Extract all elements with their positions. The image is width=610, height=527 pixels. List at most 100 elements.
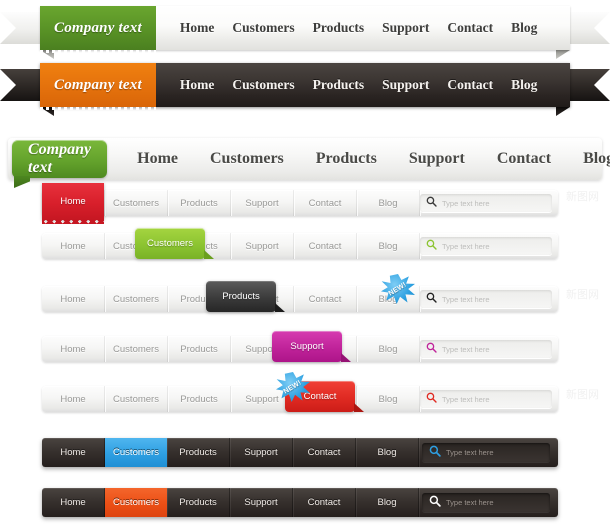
new-badge: NEW! [276,372,310,402]
nav-link-support[interactable]: Support [409,150,465,168]
nav-item-blog[interactable]: Blog [356,488,419,517]
brand-label: Company text [54,76,142,93]
search-icon [426,390,437,408]
nav-item-products[interactable]: Products [168,336,231,362]
nav-item-home[interactable]: Home [42,438,105,467]
nav-item-contact[interactable]: Contact [293,488,356,517]
nav-item-blog[interactable]: Blog [357,386,420,412]
nav-item-active-customers[interactable]: Customers [105,488,167,517]
search-icon [426,340,437,358]
nav-item-active-customers[interactable]: Customers [105,438,167,467]
navbar-large-links: Home Customers Products Support Contact … [137,150,610,168]
nav-item-customers[interactable]: Customers [105,386,168,412]
brand-dashed-edge [40,107,156,110]
search-placeholder: Type text here [442,344,490,354]
nav-link-support[interactable]: Support [382,20,429,36]
ribbon-fold-right [556,107,570,116]
nav-item-contact[interactable]: Contact [294,286,357,312]
nav-item-home[interactable]: Home [42,233,105,259]
nav-link-support[interactable]: Support [382,77,429,93]
ribbon-nav-dark: Company text Home Customers Products Sup… [0,63,610,116]
search-placeholder: Type text here [442,294,490,304]
search-placeholder: Type text here [446,498,494,507]
nav-item-blog[interactable]: Blog [356,438,419,467]
ribbon-fold-right [556,50,570,59]
nav-link-products[interactable]: Products [313,77,365,93]
search-placeholder: Type text here [442,241,490,251]
nav-item-active-products[interactable]: Products [206,281,285,312]
nav-item-support[interactable]: Support [231,233,294,259]
ribbon-dark-links: Home Customers Products Support Contact … [180,77,538,93]
nav-item-customers[interactable]: Customers [105,286,168,312]
nav-item-support[interactable]: Support [230,438,293,467]
nav-link-products[interactable]: Products [313,20,365,36]
nav-item-blog[interactable]: Blog [357,190,420,216]
search-box[interactable]: Type text here [420,340,552,358]
search-placeholder: Type text here [446,448,494,457]
navbar-dark-blue: Home Customers Products Support Contact … [42,438,558,467]
nav-item-contact[interactable]: Contact [294,233,357,259]
brand-fold-tail [14,176,30,188]
navbar-light-customers: Home Customers Products Support Contact … [42,233,558,259]
watermark: 新图网 [566,289,599,301]
nav-link-customers[interactable]: Customers [210,150,284,168]
nav-item-active-label: Customers [147,238,193,249]
search-placeholder: Type text here [442,394,490,404]
nav-item-products[interactable]: Products [168,190,231,216]
search-box[interactable]: Type text here [420,237,552,255]
nav-link-home[interactable]: Home [137,150,178,168]
nav-item-support[interactable]: Support [231,190,294,216]
nav-item-active-customers[interactable]: Customers [135,228,214,259]
nav-item-active-home[interactable]: Home [42,183,104,224]
nav-item-blog[interactable]: Blog [357,336,420,362]
ribbon-band: Company text Home Customers Products Sup… [40,6,570,53]
nav-item-active-label: Products [222,291,260,302]
nav-item-home[interactable]: Home [42,336,105,362]
nav-link-home[interactable]: Home [180,20,215,36]
search-icon [426,290,437,308]
ribbon-light-links: Home Customers Products Support Contact … [180,20,538,36]
watermark: 新图网 [566,191,599,203]
nav-link-customers[interactable]: Customers [232,77,294,93]
brand-logo[interactable]: Company text [40,63,156,110]
nav-item-home[interactable]: Home [42,488,105,517]
nav-link-blog[interactable]: Blog [511,20,537,36]
ribbon-band: Company text Home Customers Products Sup… [40,63,570,110]
nav-item-customers[interactable]: Customers [105,336,168,362]
nav-link-blog[interactable]: Blog [511,77,537,93]
brand-label: Company text [54,19,142,36]
nav-item-contact[interactable]: Contact [294,190,357,216]
watermark: 新图网 [566,389,599,401]
brand-logo[interactable]: Company text [40,6,156,53]
navbar-light-products: Home Customers Products Support Contact … [42,286,558,312]
nav-item-home[interactable]: Home [42,386,105,412]
nav-item-support[interactable]: Support [230,488,293,517]
nav-link-contact[interactable]: Contact [447,77,493,93]
nav-item-home[interactable]: Home [42,286,105,312]
search-box[interactable]: Type text here [420,290,552,308]
nav-item-active-support[interactable]: Support [272,331,351,362]
nav-item-blog[interactable]: Blog [357,233,420,259]
nav-item-active-label: Home [60,196,86,207]
nav-link-contact[interactable]: Contact [447,20,493,36]
search-box[interactable]: Type text here [420,390,552,408]
nav-item-products[interactable]: Products [168,386,231,412]
nav-link-products[interactable]: Products [316,150,377,168]
navbar-light-home: Home Customers Products Support Contact … [42,190,558,216]
nav-item-contact[interactable]: Contact [293,438,356,467]
search-icon [429,494,441,512]
search-icon [426,237,437,255]
nav-link-customers[interactable]: Customers [232,20,294,36]
nav-item-customers[interactable]: Customers [105,190,168,216]
brand-logo[interactable]: Company text [12,140,108,188]
search-box[interactable]: Type text here [422,493,550,512]
search-box[interactable]: Type text here [422,443,550,462]
nav-link-contact[interactable]: Contact [497,150,551,168]
navbar-large: Company text Home Customers Products Sup… [8,138,610,188]
nav-link-blog[interactable]: Blog [583,150,610,168]
nav-link-home[interactable]: Home [180,77,215,93]
nav-item-products[interactable]: Products [167,438,230,467]
search-box[interactable]: Type text here [420,194,552,212]
navbar-dark-orange: Home Customers Products Support Contact … [42,488,558,517]
nav-item-products[interactable]: Products [167,488,230,517]
